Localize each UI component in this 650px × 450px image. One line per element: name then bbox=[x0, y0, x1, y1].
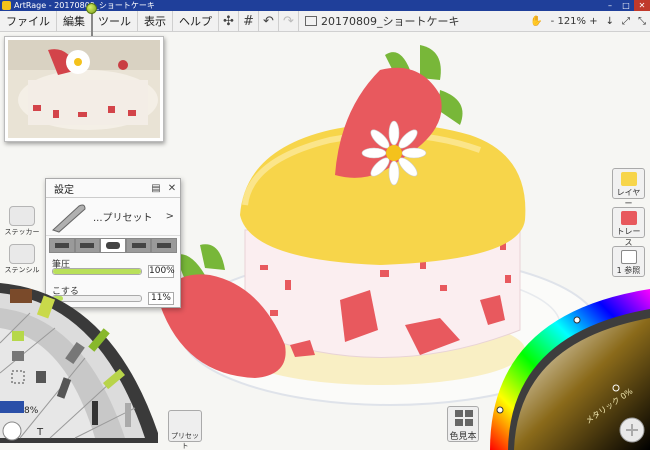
preset-row[interactable]: ...プリセット > bbox=[46, 198, 180, 236]
menu-view[interactable]: 表示 bbox=[138, 10, 173, 32]
maximize-button[interactable]: □ bbox=[618, 0, 634, 11]
close-window-button[interactable]: ✕ bbox=[634, 0, 650, 11]
swatch-grid-icon bbox=[455, 410, 473, 426]
zoom-control[interactable]: - 121% + bbox=[547, 16, 602, 27]
redo-icon[interactable]: ↷ bbox=[279, 10, 299, 32]
layer-button[interactable]: レイヤー bbox=[612, 168, 645, 208]
layer-label: レイヤー bbox=[616, 188, 641, 208]
document-title: 20170809_ショートケーキ bbox=[299, 13, 460, 29]
settings-header: 設定 ▤ ✕ bbox=[46, 179, 180, 198]
menu-bar: ファイル 編集 ツール 表示 ヘルプ ✣ # ↶ ↷ 20170809_ショート… bbox=[0, 10, 650, 32]
reference-button[interactable]: 1 参照 bbox=[612, 246, 645, 277]
stencil-label: ステンシル bbox=[4, 266, 40, 274]
app-logo-icon bbox=[2, 1, 11, 10]
color-picker[interactable]: メタリック 0% bbox=[490, 284, 650, 450]
window-title: ArtRage - 20170809_ショートケーキ bbox=[14, 1, 155, 10]
document-title-label: 20170809_ショートケーキ bbox=[321, 15, 460, 28]
download-icon[interactable]: ↓ bbox=[602, 16, 618, 27]
trace-button[interactable]: トレース bbox=[612, 207, 645, 247]
menu-tools[interactable]: ツール bbox=[92, 10, 138, 32]
knife-shape-selector bbox=[49, 238, 177, 253]
palette-knife-icon bbox=[52, 204, 86, 233]
close-icon[interactable]: ✕ bbox=[164, 183, 180, 194]
menu-help[interactable]: ヘルプ bbox=[173, 10, 219, 32]
title-bar: ArtRage - 20170809_ショートケーキ – □ ✕ bbox=[0, 0, 650, 11]
view-controls: ✋ - 121% + ↓ ⤢ ⤡ bbox=[526, 11, 650, 32]
shape-option-2[interactable] bbox=[74, 238, 101, 253]
shape-option-4[interactable] bbox=[125, 238, 152, 253]
menu-edit[interactable]: 編集 bbox=[57, 10, 92, 32]
reference-label: 1 参照 bbox=[616, 266, 641, 275]
pressure-param: 筆圧 100% bbox=[46, 255, 180, 282]
layer-thumbnail-icon bbox=[620, 172, 637, 186]
trace-label: トレース bbox=[616, 227, 641, 247]
svg-text:T: T bbox=[36, 427, 44, 438]
slider-fill bbox=[53, 269, 141, 274]
zoom-readout: 8% bbox=[24, 406, 39, 416]
move-tool-icon[interactable]: ✣ bbox=[219, 10, 239, 32]
preset-button[interactable]: プリセット bbox=[168, 410, 202, 450]
chevron-right-icon[interactable]: > bbox=[166, 211, 174, 222]
pin-icon[interactable] bbox=[86, 3, 97, 14]
sticker-button[interactable]: ステッカー bbox=[4, 206, 40, 239]
hand-tool-icon[interactable]: ✋ bbox=[526, 16, 546, 27]
undo-icon[interactable]: ↶ bbox=[259, 10, 279, 32]
settings-title: 設定 bbox=[54, 184, 74, 196]
menu-file[interactable]: ファイル bbox=[0, 10, 57, 32]
preset-label: ...プリセット bbox=[93, 213, 153, 224]
pressure-slider[interactable] bbox=[52, 268, 142, 275]
shape-option-1[interactable] bbox=[49, 238, 75, 253]
document-icon[interactable]: ▤ bbox=[148, 183, 164, 194]
tool-wheel[interactable]: T bbox=[0, 283, 162, 443]
pressure-value[interactable]: 100% bbox=[148, 265, 175, 278]
sticker-icon bbox=[9, 206, 35, 226]
shape-option-3[interactable] bbox=[100, 238, 126, 253]
swatch-label: 色見本 bbox=[449, 432, 477, 442]
reference-photo-image bbox=[8, 40, 160, 138]
collapse-icon[interactable]: ⤡ bbox=[634, 16, 650, 27]
document-icon bbox=[305, 16, 317, 26]
minimize-button[interactable]: – bbox=[602, 0, 618, 11]
grid-icon[interactable]: # bbox=[239, 10, 259, 32]
reference-photo[interactable] bbox=[4, 36, 164, 142]
sticker-label: ステッカー bbox=[4, 228, 40, 236]
shape-option-5[interactable] bbox=[151, 238, 177, 253]
fullscreen-icon[interactable]: ⤢ bbox=[618, 16, 634, 27]
trace-thumbnail-icon bbox=[620, 211, 637, 225]
window-controls: – □ ✕ bbox=[602, 0, 650, 11]
stencil-button[interactable]: ステンシル bbox=[4, 244, 40, 277]
stencil-icon bbox=[9, 244, 35, 264]
pin-icon bbox=[620, 250, 637, 264]
